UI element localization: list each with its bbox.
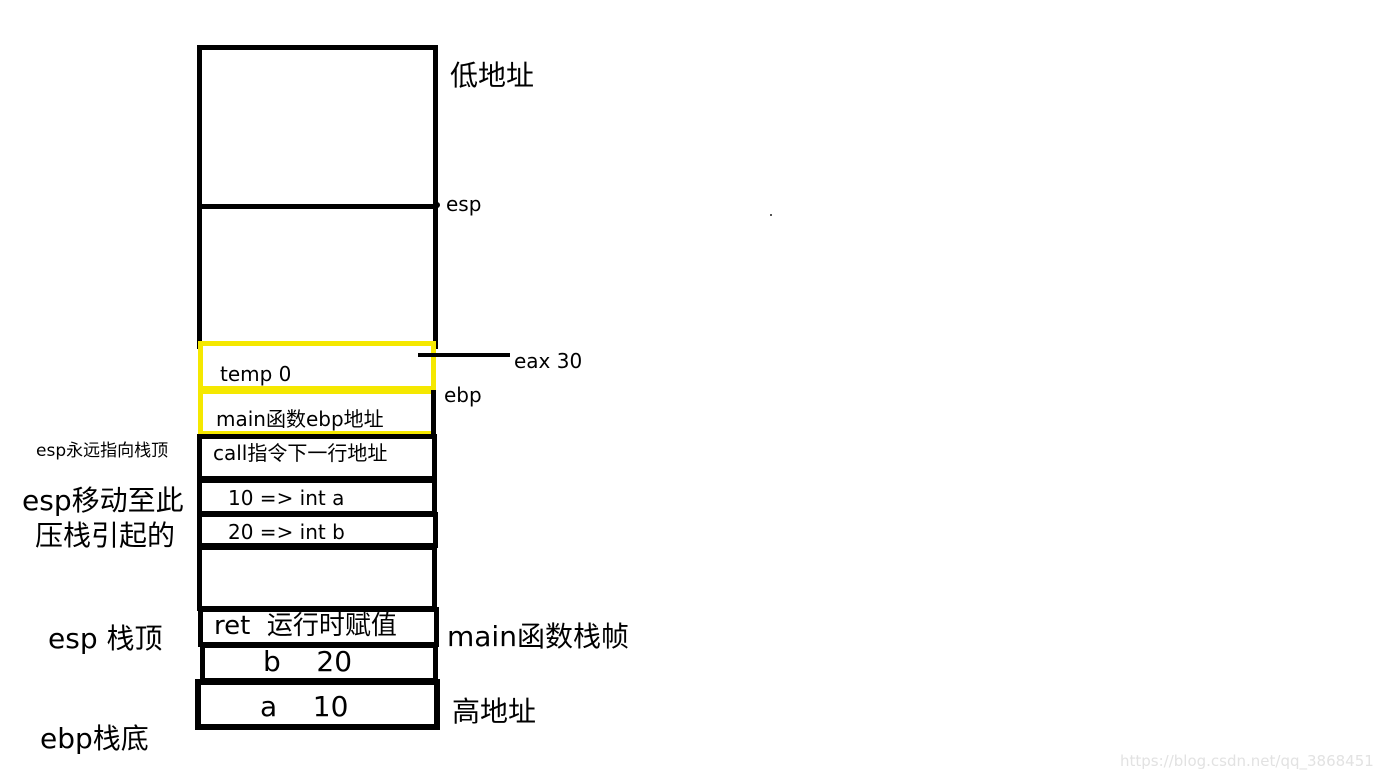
low-address-label: 低地址 <box>450 59 535 92</box>
stack-cell-empty-top <box>197 45 438 210</box>
stack-cell-a-label: a 10 <box>260 690 349 723</box>
eax-label: eax 30 <box>514 349 583 373</box>
stack-cell-ret-label: ret 运行时赋值 <box>214 611 397 641</box>
stack-cell-empty-2 <box>197 204 438 349</box>
esp-pointer-label: esp <box>446 192 482 216</box>
note-main-stack-frame: main函数栈帧 <box>447 620 629 653</box>
note-esp-moved-line2: 压栈引起的 <box>35 519 176 552</box>
stack-cell-temp-label: temp 0 <box>220 362 292 386</box>
ebp-pointer-label: ebp <box>444 383 482 407</box>
esp-pointer-dot <box>434 202 440 208</box>
note-esp-stack-top: esp 栈顶 <box>48 622 163 655</box>
note-ebp-stack-bottom: ebp栈底 <box>40 722 149 755</box>
stack-cell-int-a-label: 10 => int a <box>228 486 345 510</box>
eax-pointer-line <box>418 353 510 357</box>
note-esp-moved-line1: esp移动至此 <box>22 484 184 517</box>
stack-right-border <box>431 390 436 438</box>
note-esp-always-top: esp永远指向栈顶 <box>36 441 169 461</box>
stack-cell-empty-3 <box>197 545 437 611</box>
stack-cell-b-label: b 20 <box>263 645 353 678</box>
stack-cell-int-b-label: 20 => int b <box>228 520 345 544</box>
watermark: https://blog.csdn.net/qq_38684512 <box>1120 752 1373 770</box>
stray-dot <box>770 214 772 216</box>
high-address-label: 高地址 <box>452 695 537 728</box>
stack-cell-main-ebp-label: main函数ebp地址 <box>216 407 384 431</box>
stack-cell-call-return-label: call指令下一行地址 <box>213 441 388 465</box>
